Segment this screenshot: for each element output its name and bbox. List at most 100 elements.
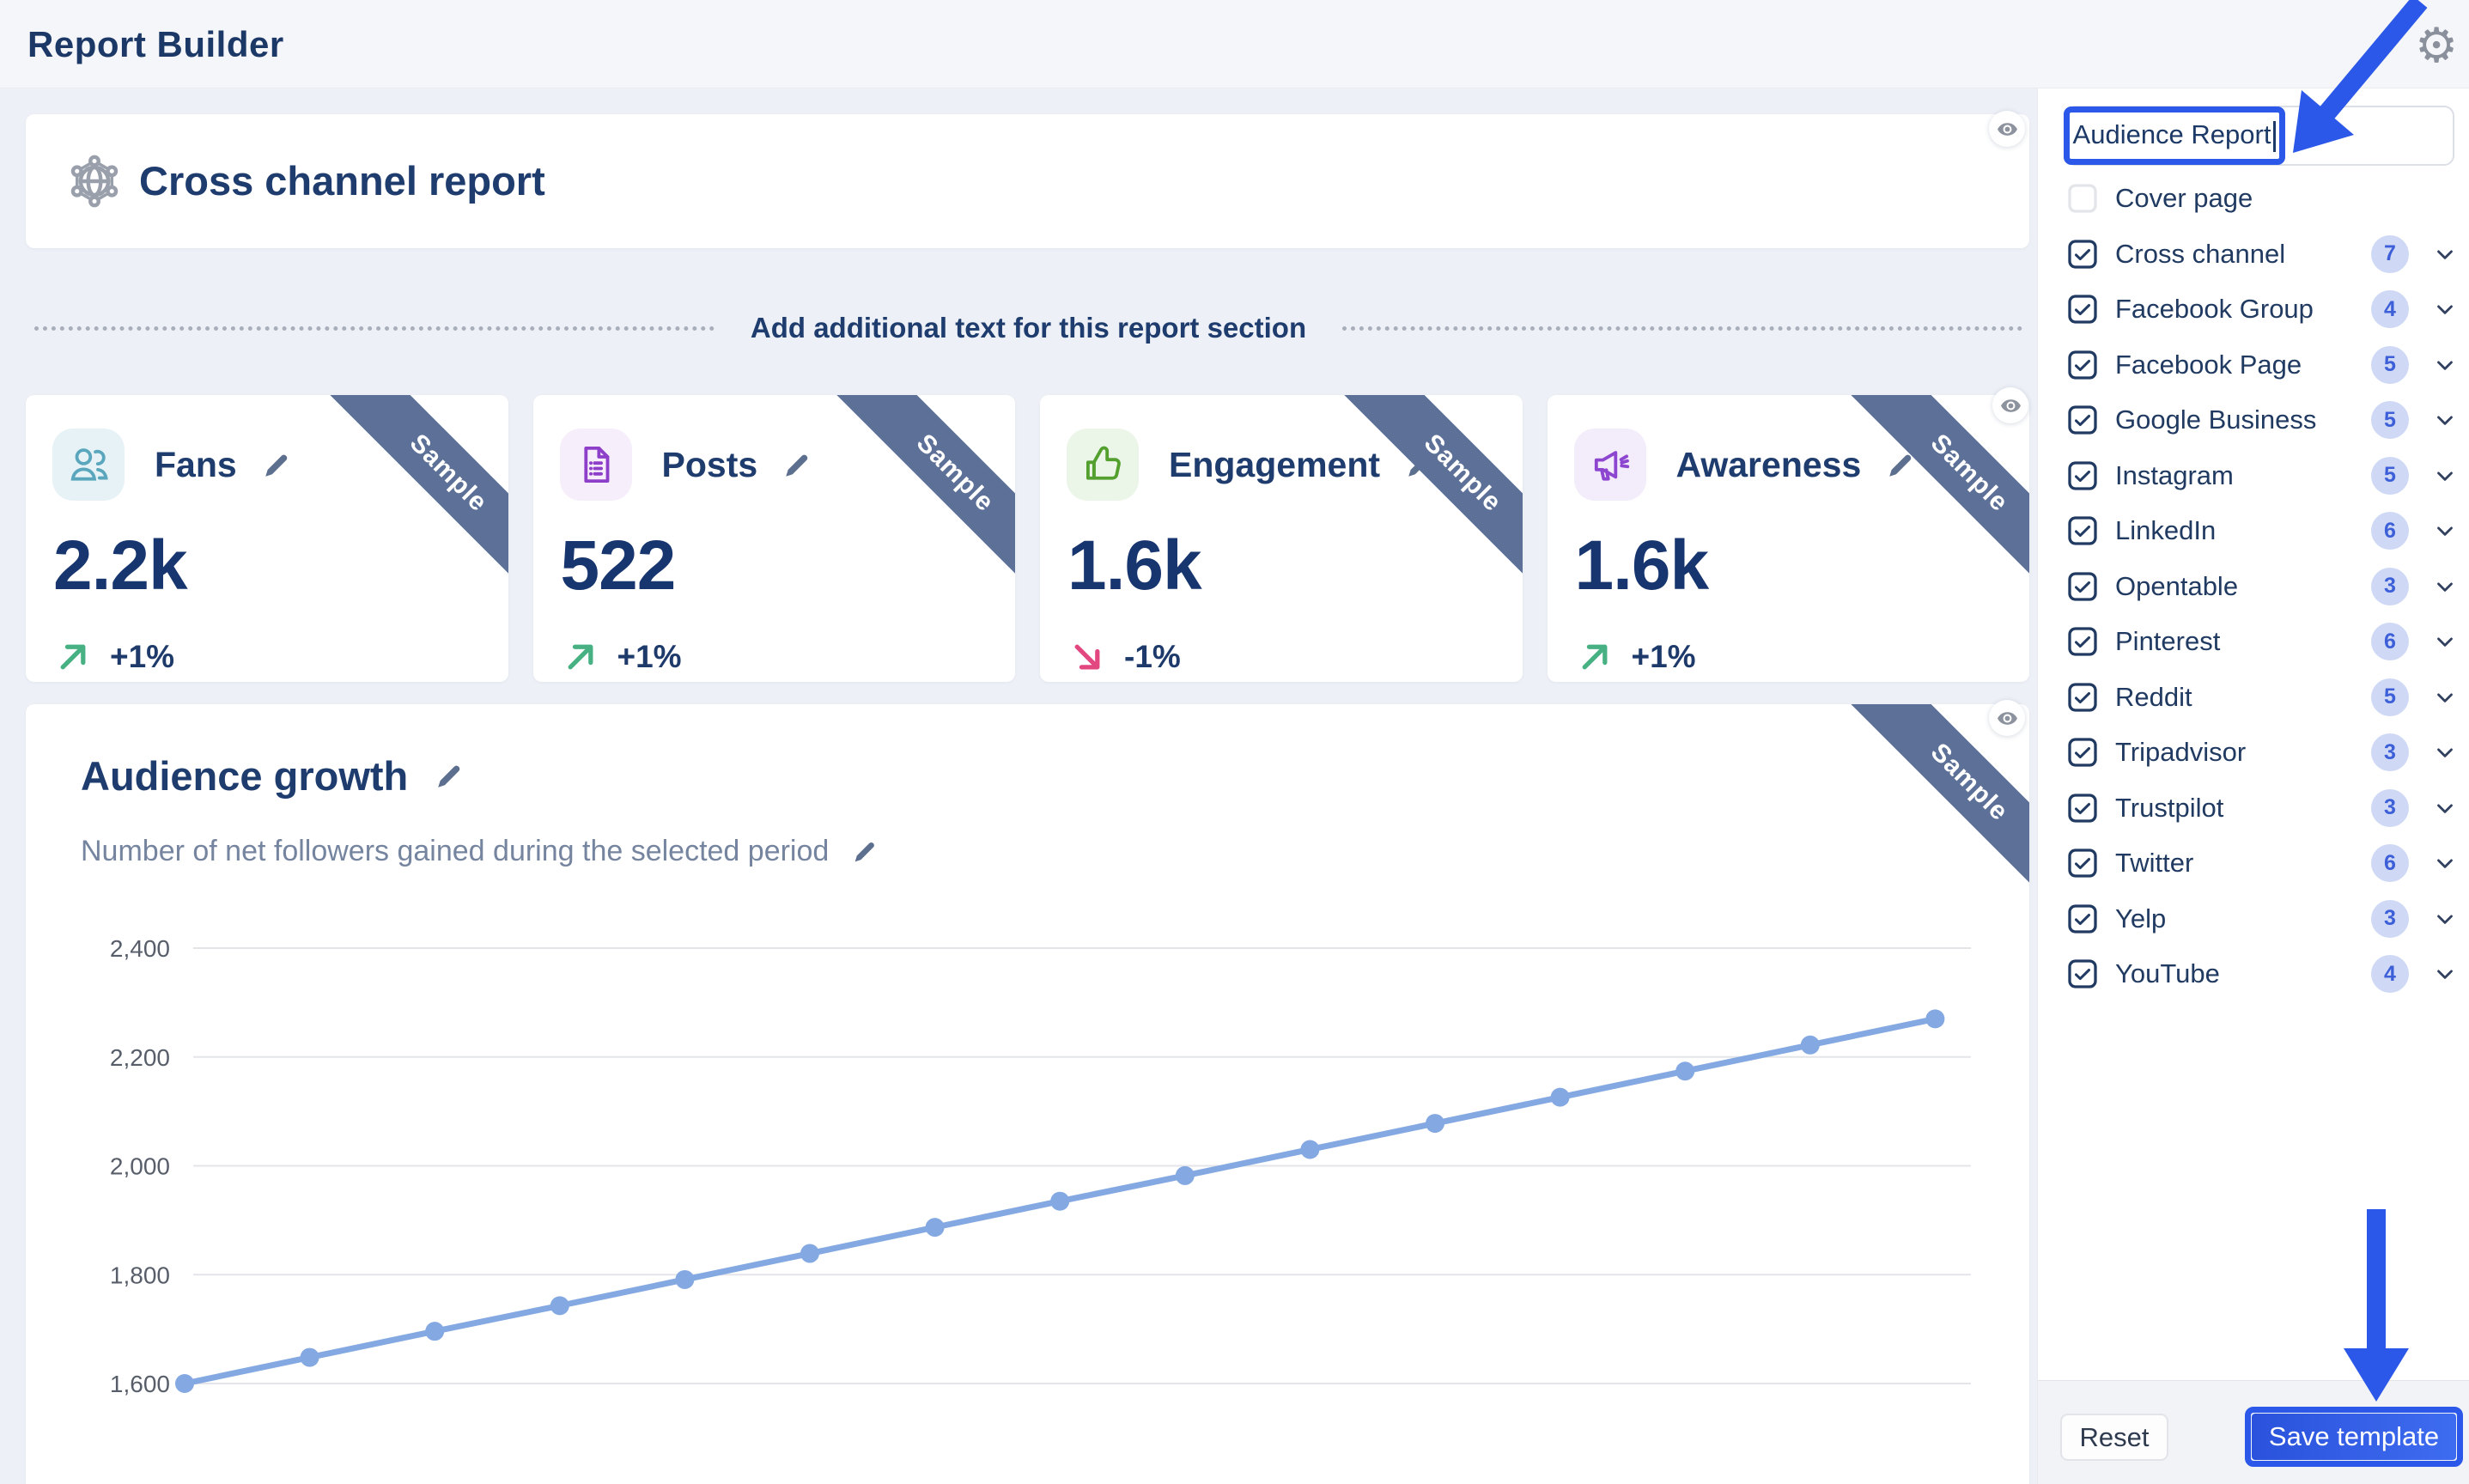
item-count-badge: 5 <box>2371 345 2409 384</box>
chevron-down-icon[interactable] <box>2432 629 2458 654</box>
sidebar-item-facebook-group[interactable]: Facebook Group 4 <box>2038 282 2469 337</box>
edit-pencil-icon[interactable] <box>851 838 879 866</box>
metric-label: Posts <box>661 445 758 484</box>
data-point[interactable] <box>1925 1009 1945 1029</box>
sidebar-item-label: Cover page <box>2115 183 2253 213</box>
template-name-highlight-ring[interactable]: Audience Report <box>2064 106 2285 165</box>
gear-icon[interactable]: ⚙ <box>2415 15 2458 76</box>
edit-pencil-icon[interactable] <box>434 761 465 792</box>
data-point[interactable] <box>550 1296 569 1316</box>
item-count-badge: 3 <box>2371 899 2409 938</box>
data-point[interactable] <box>1675 1061 1695 1081</box>
edit-pencil-icon[interactable] <box>781 450 812 481</box>
checkbox-icon[interactable] <box>2067 294 2098 325</box>
reset-button[interactable]: Reset <box>2060 1414 2168 1461</box>
template-name-value[interactable]: Audience Report <box>2073 119 2271 149</box>
checkbox-icon[interactable] <box>2067 682 2098 713</box>
checkbox-icon[interactable] <box>2067 626 2098 657</box>
sidebar-item-tripadvisor[interactable]: Tripadvisor 3 <box>2038 725 2469 780</box>
metric-trend: -1% <box>1124 639 1181 674</box>
checkbox-icon[interactable] <box>2067 571 2098 602</box>
toggle-visibility-eye-icon[interactable] <box>1989 111 2025 147</box>
edit-pencil-icon[interactable] <box>1885 450 1916 481</box>
data-point[interactable] <box>1175 1165 1195 1185</box>
trend-up-icon <box>60 644 86 670</box>
data-point[interactable] <box>800 1244 819 1263</box>
chevron-down-icon[interactable] <box>2432 795 2458 821</box>
metric-card-engagement: Engagement 1.6k -1% Sample <box>1040 395 1523 682</box>
save-template-button[interactable]: Save template <box>2252 1414 2456 1460</box>
checkbox-icon[interactable] <box>2067 404 2098 435</box>
megaphone-icon <box>1573 429 1646 501</box>
checkbox-icon[interactable] <box>2067 958 2098 989</box>
checkbox-icon[interactable] <box>2067 793 2098 824</box>
sidebar-item-facebook-page[interactable]: Facebook Page 5 <box>2038 338 2469 392</box>
chevron-down-icon[interactable] <box>2432 296 2458 322</box>
sidebar-item-linkedin[interactable]: LinkedIn 6 <box>2038 503 2469 558</box>
chevron-down-icon[interactable] <box>2432 241 2458 267</box>
sidebar-item-label: LinkedIn <box>2115 515 2217 545</box>
sidebar-item-instagram[interactable]: Instagram 5 <box>2038 448 2469 503</box>
sidebar-item-cross-channel[interactable]: Cross channel 7 <box>2038 227 2469 282</box>
sidebar-item-twitter[interactable]: Twitter 6 <box>2038 836 2469 891</box>
item-count-badge: 4 <box>2371 955 2409 993</box>
sidebar-item-trustpilot[interactable]: Trustpilot 3 <box>2038 781 2469 836</box>
page-title: Report Builder <box>27 24 284 64</box>
sidebar-item-opentable[interactable]: Opentable 3 <box>2038 559 2469 614</box>
checkbox-icon[interactable] <box>2067 848 2098 879</box>
data-point[interactable] <box>425 1322 445 1341</box>
checkbox-icon[interactable] <box>2067 350 2098 380</box>
sidebar-item-yelp[interactable]: Yelp 3 <box>2038 891 2469 946</box>
data-point[interactable] <box>1800 1035 1820 1055</box>
sidebar-item-cover-page[interactable]: Cover page <box>2038 171 2469 226</box>
sidebar-item-label: Opentable <box>2115 570 2239 601</box>
checkbox-icon[interactable] <box>2067 903 2098 934</box>
chevron-down-icon[interactable] <box>2432 739 2458 765</box>
sample-ribbon: Sample <box>1847 395 2029 577</box>
sidebar-item-reddit[interactable]: Reddit 5 <box>2038 670 2469 725</box>
checkbox-icon[interactable] <box>2067 737 2098 768</box>
metric-label: Awareness <box>1675 445 1862 484</box>
toggle-visibility-eye-icon[interactable] <box>1989 700 2025 736</box>
sidebar-item-pinterest[interactable]: Pinterest 6 <box>2038 614 2469 669</box>
data-point[interactable] <box>925 1218 945 1238</box>
metric-card-posts: Posts 522 +1% Sample <box>532 395 1015 682</box>
chevron-down-icon[interactable] <box>2432 850 2458 876</box>
edit-pencil-icon[interactable] <box>1404 450 1435 481</box>
chevron-down-icon[interactable] <box>2432 407 2458 433</box>
chevron-down-icon[interactable] <box>2432 961 2458 987</box>
item-count-badge: 3 <box>2371 567 2409 605</box>
sidebar-item-youtube[interactable]: YouTube 4 <box>2038 946 2469 1001</box>
data-point[interactable] <box>1426 1114 1444 1134</box>
text-caret <box>2273 120 2277 152</box>
data-point[interactable] <box>1550 1087 1570 1107</box>
item-count-badge: 6 <box>2371 844 2409 882</box>
chevron-down-icon[interactable] <box>2432 684 2458 710</box>
metric-label: Engagement <box>1169 445 1381 484</box>
chevron-down-icon[interactable] <box>2432 352 2458 378</box>
chevron-down-icon[interactable] <box>2432 574 2458 599</box>
report-section-title: Cross channel report <box>139 158 545 204</box>
data-point[interactable] <box>175 1374 194 1393</box>
chevron-down-icon[interactable] <box>2432 463 2458 489</box>
checkbox-icon[interactable] <box>2067 515 2098 546</box>
chevron-down-icon[interactable] <box>2432 906 2458 932</box>
checkbox-icon[interactable] <box>2067 239 2098 270</box>
sidebar-item-label: Google Business <box>2115 404 2317 435</box>
add-text-label[interactable]: Add additional text for this report sect… <box>751 312 1306 344</box>
data-point[interactable] <box>300 1347 319 1367</box>
add-text-divider[interactable]: Add additional text for this report sect… <box>34 309 2022 347</box>
data-point[interactable] <box>675 1269 695 1289</box>
chevron-down-icon[interactable] <box>2432 518 2458 544</box>
dotted-line <box>34 325 715 331</box>
y-axis-tick-label: 1,600 <box>110 1371 170 1397</box>
item-count-badge: 3 <box>2371 788 2409 827</box>
data-point[interactable] <box>1300 1140 1320 1159</box>
audience-growth-line-chart: 1,600 1,800 2,000 2,200 2,400 <box>110 935 1971 1397</box>
sidebar-item-google-business[interactable]: Google Business 5 <box>2038 392 2469 447</box>
toggle-visibility-eye-icon[interactable] <box>1992 387 2028 423</box>
edit-pencil-icon[interactable] <box>261 450 292 481</box>
checkbox-icon[interactable] <box>2067 460 2098 491</box>
data-point[interactable] <box>1050 1191 1070 1211</box>
checkbox-icon[interactable] <box>2067 183 2098 214</box>
